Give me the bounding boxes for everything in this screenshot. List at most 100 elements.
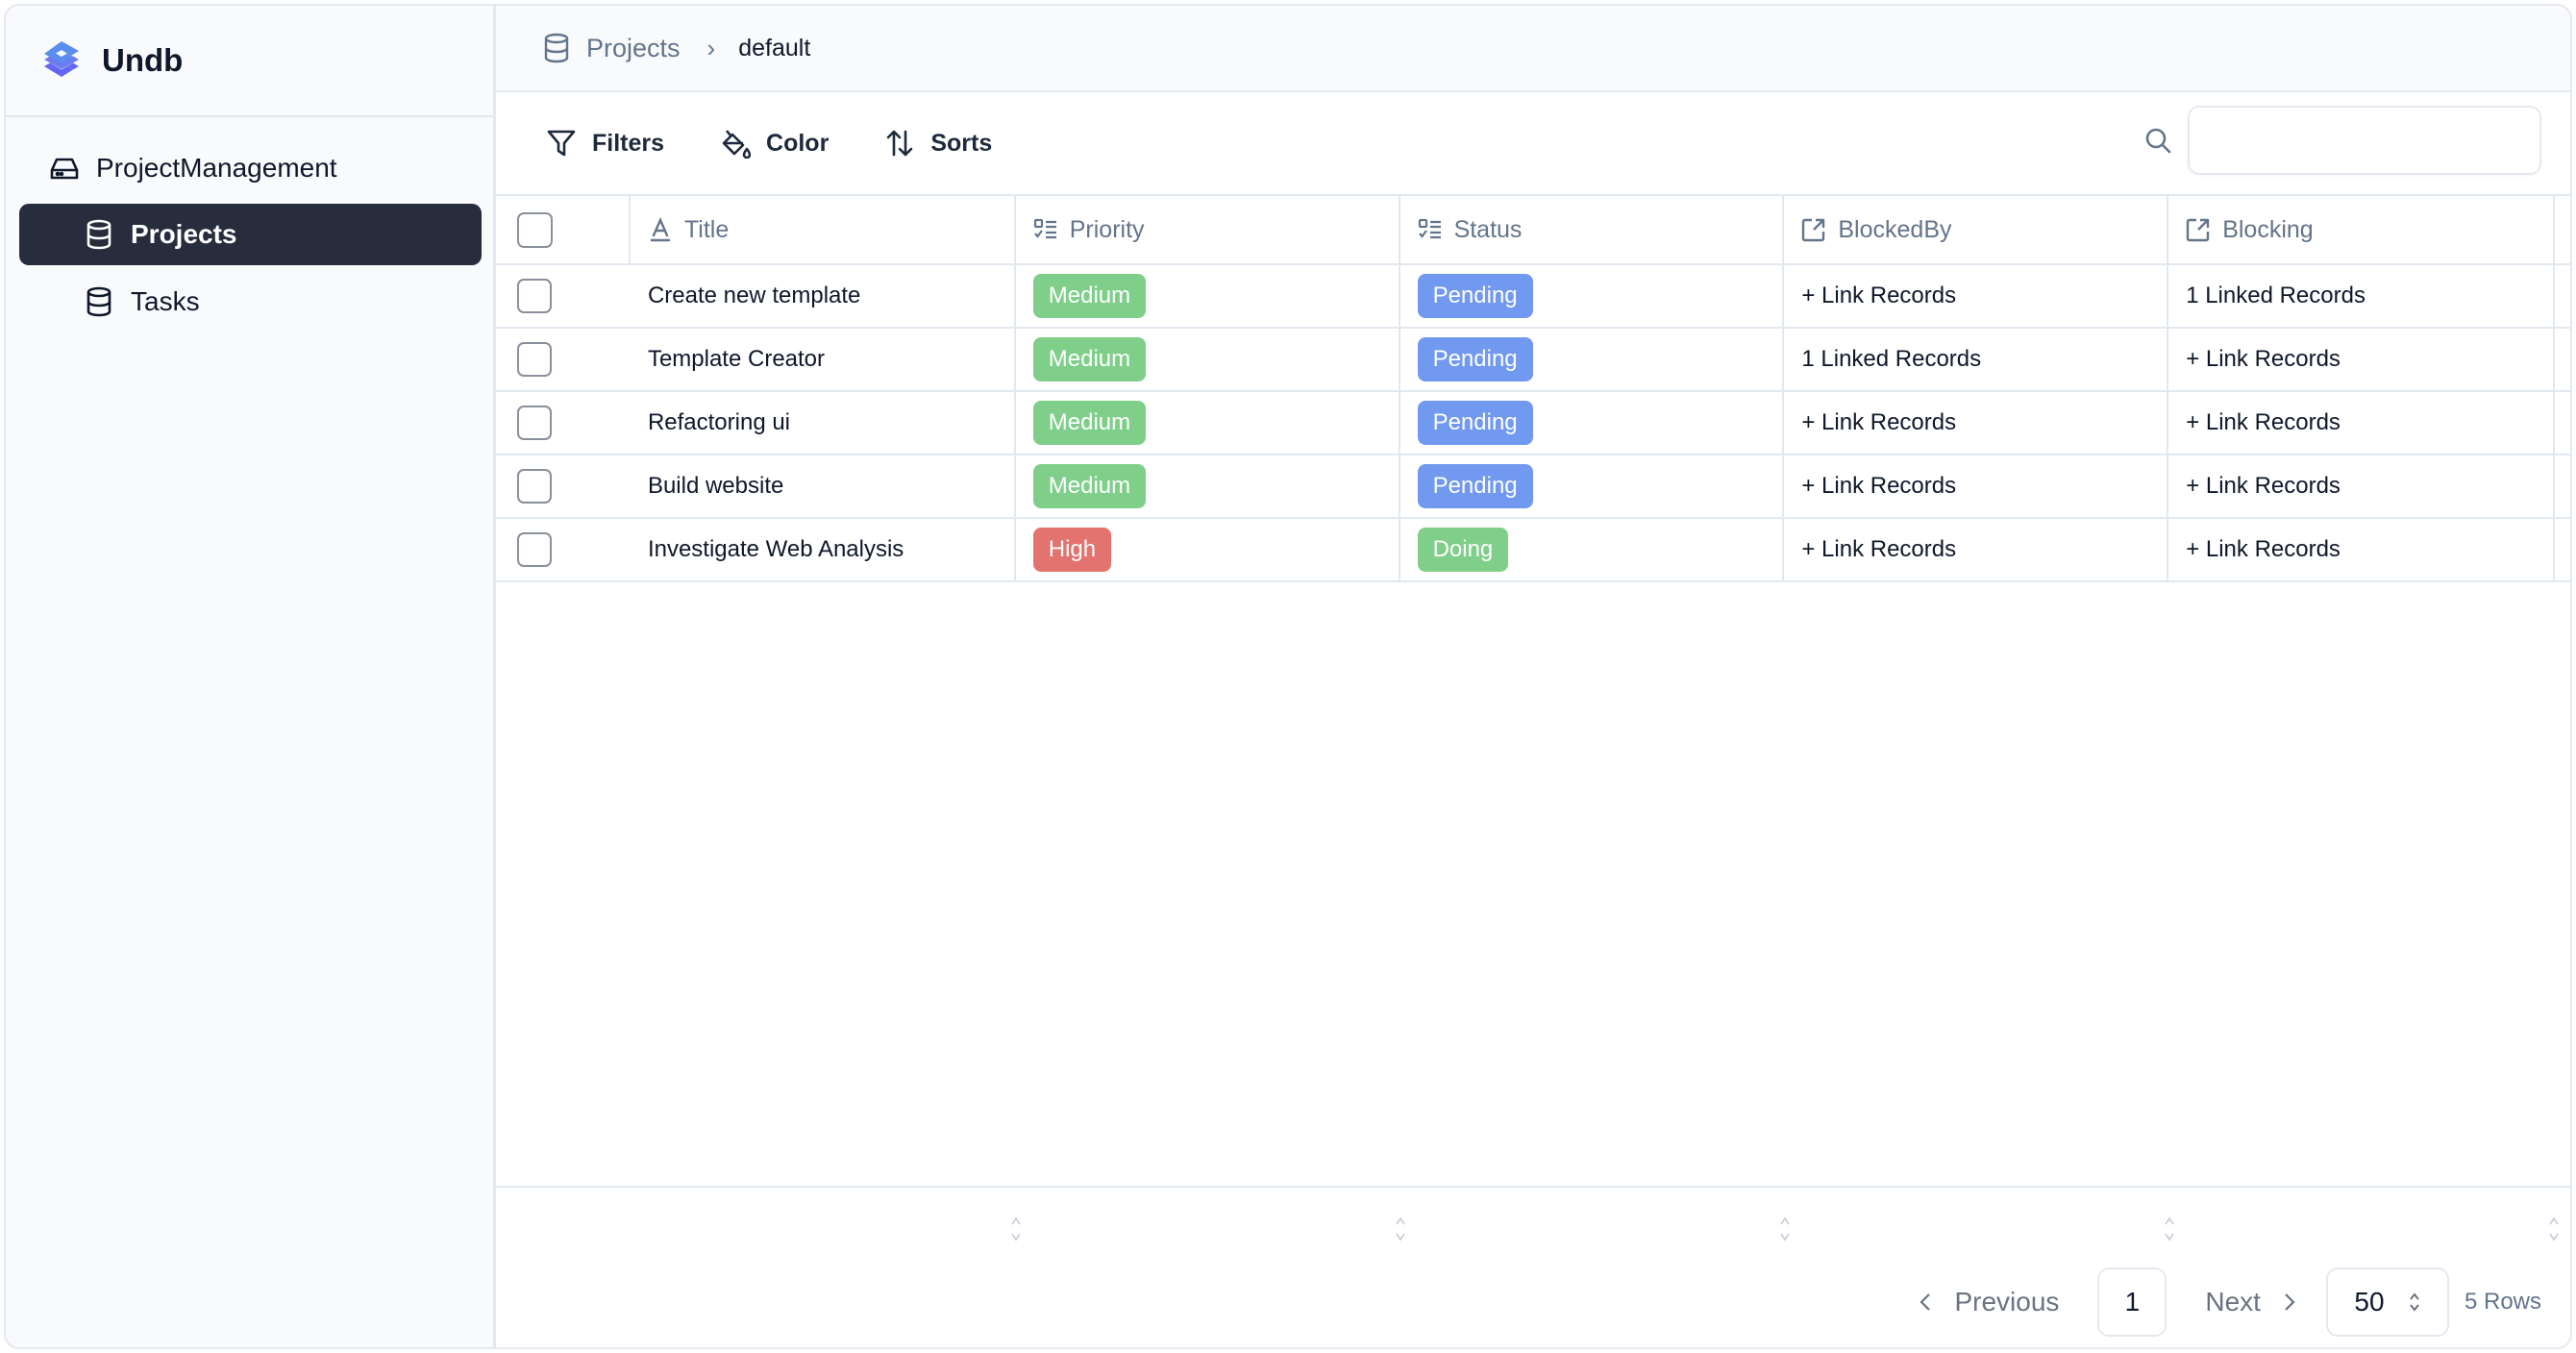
column-header-label: Status: [1453, 215, 1523, 243]
table-row[interactable]: Build website Medium Pending + Link Records…: [496, 455, 2570, 519]
chevron-left-icon: [1920, 1293, 1931, 1311]
column-header-blockedby[interactable]: BlockedBy: [1784, 196, 2169, 263]
link-records-button[interactable]: + Link Records: [2186, 473, 2341, 500]
cell-title[interactable]: Create new template: [631, 265, 1016, 327]
cell-status[interactable]: Pending: [1400, 455, 1785, 517]
cell-priority[interactable]: High: [1016, 519, 1400, 580]
breadcrumb-table-link[interactable]: Projects: [586, 34, 681, 63]
link-records-button[interactable]: + Link Records: [1801, 409, 1956, 436]
cell-blockedby[interactable]: 1 Linked Records: [1784, 329, 2169, 390]
link-records-button[interactable]: + Link Records: [1801, 283, 1956, 309]
page-size-select[interactable]: 50: [2325, 1267, 2449, 1337]
table-row[interactable]: Create new template Medium Pending + Link R…: [496, 265, 2570, 329]
cell-title[interactable]: Refactoring ui: [631, 392, 1016, 454]
row-checkbox[interactable]: [517, 532, 552, 567]
column-header-title[interactable]: Title: [631, 196, 1016, 263]
sorts-button[interactable]: Sorts: [884, 128, 992, 159]
previous-label: Previous: [1954, 1287, 2060, 1316]
priority-badge: Medium: [1032, 337, 1147, 381]
row-select-cell: [496, 519, 631, 580]
priority-badge: Medium: [1032, 401, 1147, 445]
cell-priority[interactable]: Medium: [1016, 392, 1400, 454]
sorts-label: Sorts: [930, 129, 993, 157]
cell-blocking[interactable]: + Link Records: [2168, 392, 2555, 454]
cell-blockedby[interactable]: + Link Records: [1784, 519, 2169, 580]
filters-button[interactable]: Filters: [546, 128, 664, 159]
row-select-cell: [496, 455, 631, 517]
link-records-button[interactable]: + Link Records: [1801, 473, 1956, 500]
row-checkbox[interactable]: [517, 469, 552, 504]
cell-status[interactable]: Pending: [1400, 329, 1785, 390]
link-records-button[interactable]: + Link Records: [2186, 536, 2341, 563]
page-size-value: 50: [2354, 1287, 2385, 1316]
table-body: Create new template Medium Pending + Link R…: [496, 265, 2570, 582]
column-header-blocking[interactable]: Blocking: [2168, 196, 2555, 263]
row-checkbox[interactable]: [517, 342, 552, 377]
breadcrumb: Projects › default: [496, 6, 2570, 92]
database-icon: [544, 33, 569, 63]
link-records-button[interactable]: + Link Records: [2186, 346, 2341, 373]
sidebar-item-tasks[interactable]: Tasks: [19, 271, 482, 332]
column-header-priority[interactable]: Priority: [1016, 196, 1400, 263]
breadcrumb-current-view: default: [738, 34, 811, 62]
cell-blockedby[interactable]: + Link Records: [1784, 392, 2169, 454]
cell-blocking[interactable]: + Link Records: [2168, 455, 2555, 517]
sidebar-item-database[interactable]: ProjectManagement: [6, 138, 493, 198]
database-icon: [87, 219, 111, 250]
table-row[interactable]: Template Creator Medium Pending 1 Linked Re…: [496, 329, 2570, 392]
cell-status[interactable]: Doing: [1400, 519, 1785, 580]
aggregate-selector-icon[interactable]: [2163, 1215, 2176, 1243]
filter-icon: [547, 130, 576, 157]
cell-extra: [2555, 519, 2570, 580]
cell-blocking[interactable]: 1 Linked Records: [2168, 265, 2555, 327]
status-badge: Pending: [1417, 401, 1533, 445]
cell-priority[interactable]: Medium: [1016, 265, 1400, 327]
status-badge: Pending: [1417, 274, 1533, 318]
chevron-up-down-icon: [2409, 1292, 2419, 1312]
next-page-button[interactable]: Next: [2205, 1287, 2299, 1317]
table-row[interactable]: Refactoring ui Medium Pending + Link Record…: [496, 392, 2570, 455]
cell-priority[interactable]: Medium: [1016, 455, 1400, 517]
row-checkbox[interactable]: [517, 279, 552, 313]
color-button[interactable]: Color: [720, 128, 829, 159]
link-records-button[interactable]: 1 Linked Records: [1801, 346, 1981, 373]
cell-extra: [2555, 392, 2570, 454]
cell-title[interactable]: Build website: [631, 455, 1016, 517]
link-records-button[interactable]: + Link Records: [2186, 409, 2341, 436]
link-records-button[interactable]: 1 Linked Records: [2186, 283, 2365, 309]
cell-blocking[interactable]: + Link Records: [2168, 519, 2555, 580]
cell-priority[interactable]: Medium: [1016, 329, 1400, 390]
cell-blockedby[interactable]: + Link Records: [1784, 455, 2169, 517]
header-select-cell: [496, 196, 631, 263]
link-records-button[interactable]: + Link Records: [1801, 536, 1956, 563]
status-badge: Pending: [1417, 464, 1533, 508]
previous-page-button[interactable]: Previous: [1916, 1287, 2059, 1317]
column-header-status[interactable]: Status: [1400, 196, 1785, 263]
column-header-extra: [2555, 196, 2570, 263]
aggregate-selector-icon[interactable]: [1009, 1215, 1023, 1243]
chevron-right-icon: [2285, 1293, 2295, 1311]
table-row[interactable]: Investigate Web Analysis High Doing + Link …: [496, 519, 2570, 582]
search-input[interactable]: [2188, 106, 2541, 175]
sidebar-item-projects[interactable]: Projects: [19, 204, 482, 265]
cell-status[interactable]: Pending: [1400, 265, 1785, 327]
cell-status[interactable]: Pending: [1400, 392, 1785, 454]
undb-logo-icon: [44, 41, 79, 77]
chevron-right-icon: ›: [706, 33, 716, 62]
current-page-box[interactable]: 1: [2097, 1267, 2167, 1337]
select-all-checkbox[interactable]: [517, 211, 553, 248]
cell-title[interactable]: Template Creator: [631, 329, 1016, 390]
sort-arrows-icon: [887, 130, 913, 157]
cell-blocking[interactable]: + Link Records: [2168, 329, 2555, 390]
aggregate-selector-icon[interactable]: [1778, 1215, 1792, 1243]
cell-blockedby[interactable]: + Link Records: [1784, 265, 2169, 327]
sidebar-item-label: Projects: [131, 219, 237, 249]
sidebar-database-label: ProjectManagement: [96, 153, 337, 183]
aggregate-selector-icon[interactable]: [1394, 1215, 1407, 1243]
total-rows-label: 5 Rows: [2464, 1289, 2541, 1315]
aggregate-selector-icon[interactable]: [2547, 1215, 2561, 1243]
cell-title[interactable]: Investigate Web Analysis: [631, 519, 1016, 580]
column-header-label: Title: [683, 215, 730, 243]
filters-label: Filters: [592, 129, 665, 157]
row-checkbox[interactable]: [517, 406, 552, 440]
